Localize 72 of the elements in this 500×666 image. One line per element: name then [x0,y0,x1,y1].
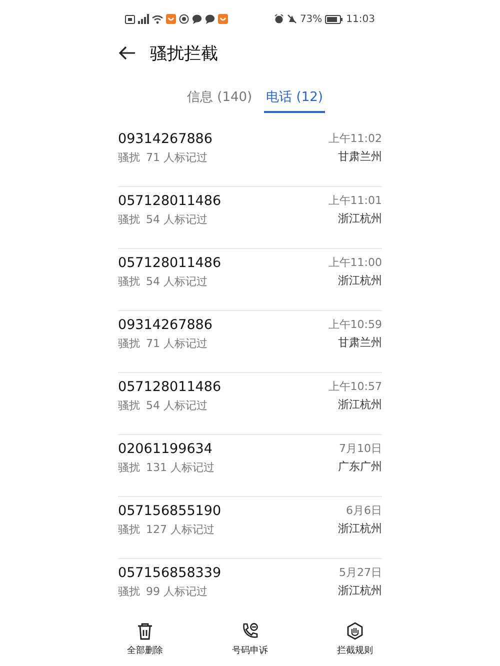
mark-count: 54 人标记过 [146,274,208,289]
sim-icon [125,14,135,24]
toolbar-button[interactable]: 全部删除 [115,622,175,664]
phone-number: 09314267886 [118,131,212,147]
location: 广东广州 [338,459,382,474]
call-time: 5月27日 [339,565,382,580]
mark-count: 131 人标记过 [146,460,214,475]
call-row[interactable]: 057128011486 骚扰 54 人标记过 上午11:01 浙江杭州 [118,187,382,249]
phone-number: 09314267886 [118,317,212,333]
location: 甘肃兰州 [338,335,382,350]
location: 浙江杭州 [338,521,382,536]
location: 浙江杭州 [338,397,382,412]
phone-number: 057128011486 [118,379,222,395]
battery-icon [325,14,344,24]
call-time: 上午11:00 [328,255,382,270]
spam-tag: 骚扰 [118,336,140,351]
mark-count: 71 人标记过 [146,150,208,165]
spam-tag: 骚扰 [118,398,140,413]
hand-shield-icon [346,622,364,640]
chat-icon [205,14,215,24]
call-row[interactable]: 057156858339 骚扰 99 人标记过 5月27日 浙江杭州 [118,559,382,621]
mark-count: 54 人标记过 [146,212,208,227]
spam-tag: 骚扰 [118,274,140,289]
call-time: 上午10:59 [328,317,382,332]
wifi-icon [152,14,163,24]
mark-count: 54 人标记过 [146,398,208,413]
call-time: 7月10日 [339,441,382,456]
call-row[interactable]: 09314267886 骚扰 71 人标记过 上午11:02 甘肃兰州 [118,125,382,187]
phone-number: 02061199634 [118,441,214,457]
call-row[interactable]: 09314267886 骚扰 71 人标记过 上午10:59 甘肃兰州 [118,311,382,373]
location: 浙江杭州 [338,273,382,288]
alarm-icon [274,14,284,24]
call-time: 上午11:02 [328,131,382,146]
chat-icon [192,14,202,24]
spam-tag: 骚扰 [118,212,140,227]
spam-tag: 骚扰 [118,522,140,537]
badge-icon [179,14,189,24]
phone-number: 057156855190 [118,503,222,519]
phone-number: 057128011486 [118,255,222,271]
call-row[interactable]: 057128011486 骚扰 54 人标记过 上午11:00 浙江杭州 [118,249,382,311]
toolbar-button[interactable]: 号码申诉 [220,622,280,664]
phone-number: 057156858339 [118,565,222,581]
call-time: 上午10:57 [328,379,382,394]
mute-icon [286,14,297,24]
spam-tag: 骚扰 [118,584,140,599]
tab[interactable]: 信息 (140) [185,88,254,113]
mark-count: 127 人标记过 [146,522,214,537]
spam-tag: 骚扰 [118,460,140,475]
tab[interactable]: 电话 (12) [264,88,325,113]
battery-percentage: 73% [300,14,322,24]
mark-count: 99 人标记过 [146,584,208,599]
page-title: 骚扰拦截 [150,42,218,64]
call-time: 上午11:01 [328,193,382,208]
location: 浙江杭州 [338,583,382,598]
location: 甘肃兰州 [338,149,382,164]
back-arrow-icon [118,46,136,60]
app-icon [166,14,176,24]
toolbar-button[interactable]: 拦截规则 [325,622,385,664]
trash-icon [136,622,154,640]
call-row[interactable]: 057128011486 骚扰 54 人标记过 上午10:57 浙江杭州 [118,373,382,435]
phone-number: 057128011486 [118,193,222,209]
call-row[interactable]: 057156855190 骚扰 127 人标记过 6月6日 浙江杭州 [118,497,382,559]
call-time: 6月6日 [346,503,382,518]
location: 浙江杭州 [338,211,382,226]
signal-icon [138,14,149,24]
spam-tag: 骚扰 [118,150,140,165]
back-button[interactable] [118,46,136,60]
mark-count: 71 人标记过 [146,336,208,351]
app-icon [218,14,228,24]
clock-time: 11:03 [346,14,375,24]
call-row[interactable]: 02061199634 骚扰 131 人标记过 7月10日 广东广州 [118,435,382,497]
phone-icon [241,622,259,640]
